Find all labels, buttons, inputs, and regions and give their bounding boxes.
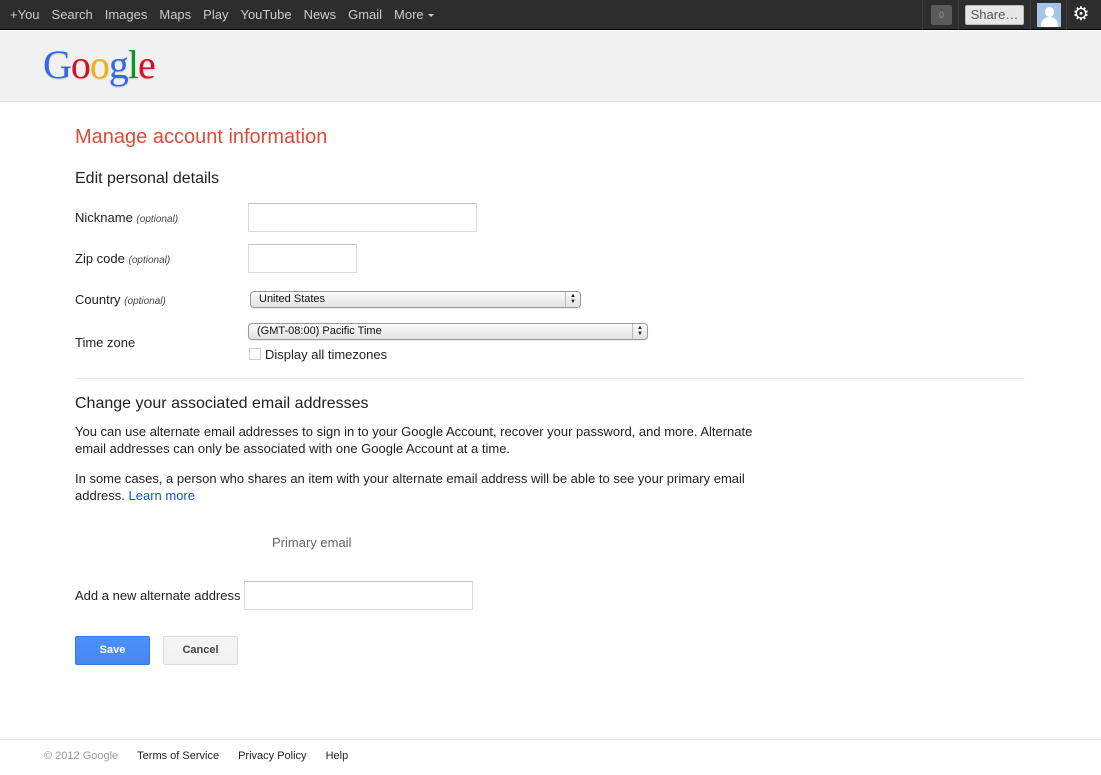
display-all-timezones-checkbox[interactable]	[249, 348, 261, 360]
top-bar: +You Search Images Maps Play YouTube New…	[0, 0, 1101, 30]
cancel-button[interactable]: Cancel	[163, 636, 238, 665]
nickname-label: Nickname (optional)	[75, 210, 178, 225]
top-nav: +You Search Images Maps Play YouTube New…	[0, 0, 440, 30]
zip-input[interactable]	[248, 244, 357, 273]
nav-maps[interactable]: Maps	[153, 0, 197, 30]
user-avatar-icon[interactable]	[1037, 3, 1061, 27]
caret-down-icon	[427, 14, 434, 18]
timezone-select[interactable]: (GMT-08:00) Pacific Time ▲ ▼	[248, 323, 648, 340]
email-description: You can use alternate email addresses to…	[75, 424, 753, 456]
optional-hint: (optional)	[128, 255, 171, 266]
copyright: © 2012 Google	[44, 750, 119, 762]
learn-more-link[interactable]: Learn more	[129, 488, 195, 503]
logo-letter: l	[127, 42, 139, 87]
logo-letter: G	[43, 42, 72, 87]
nickname-label-text: Nickname	[75, 210, 133, 225]
privacy-link[interactable]: Privacy Policy	[238, 750, 306, 762]
alternate-address-input[interactable]	[244, 581, 473, 610]
nav-images[interactable]: Images	[99, 0, 154, 30]
gear-icon[interactable]: ⚙	[1071, 5, 1091, 25]
primary-email-label: Primary email	[272, 535, 352, 550]
avatar-body	[1041, 17, 1058, 27]
divider	[1066, 0, 1067, 30]
nav-more-label: More	[394, 7, 424, 22]
logo-letter: o	[70, 42, 91, 87]
share-button[interactable]: Share…	[965, 5, 1024, 25]
country-select[interactable]: United States ▲ ▼	[250, 291, 581, 308]
select-arrows-icon: ▲ ▼	[565, 292, 580, 307]
nav-you[interactable]: +You	[0, 0, 46, 30]
email-privacy-note: In some cases, a person who shares an it…	[75, 470, 775, 504]
display-all-timezones-label[interactable]: Display all timezones	[265, 347, 387, 362]
divider	[922, 0, 923, 30]
logo-letter: e	[138, 42, 156, 87]
footer: © 2012 Google Terms of Service Privacy P…	[44, 750, 367, 762]
nav-more[interactable]: More	[388, 0, 440, 30]
timezone-selected-value: (GMT-08:00) Pacific Time	[257, 325, 382, 337]
notification-count-button[interactable]: 0	[931, 5, 952, 25]
zip-label: Zip code (optional)	[75, 251, 170, 266]
logo-letter: g	[108, 42, 129, 87]
personal-details-heading: Edit personal details	[75, 170, 220, 187]
timezone-label: Time zone	[75, 335, 136, 350]
terms-link[interactable]: Terms of Service	[137, 750, 219, 762]
divider	[958, 0, 959, 30]
page-title: Manage account information	[75, 126, 328, 148]
google-logo[interactable]: Google	[43, 41, 156, 89]
country-label: Country (optional)	[75, 292, 166, 307]
email-section-heading: Change your associated email addresses	[75, 395, 369, 412]
nav-search[interactable]: Search	[46, 0, 99, 30]
divider	[1030, 0, 1031, 30]
help-link[interactable]: Help	[326, 750, 349, 762]
optional-hint: (optional)	[124, 296, 166, 307]
country-label-text: Country	[75, 292, 121, 307]
header: Google	[0, 31, 1101, 102]
footer-divider	[0, 739, 1101, 740]
optional-hint: (optional)	[136, 214, 179, 225]
avatar-head	[1045, 7, 1054, 17]
country-selected-value: United States	[259, 293, 326, 305]
nav-play[interactable]: Play	[197, 0, 234, 30]
nav-news[interactable]: News	[298, 0, 343, 30]
zip-label-text: Zip code	[75, 251, 125, 266]
add-alternate-label: Add a new alternate address	[75, 588, 241, 603]
select-arrows-icon: ▲ ▼	[632, 324, 647, 339]
nav-youtube[interactable]: YouTube	[234, 0, 297, 30]
nav-gmail[interactable]: Gmail	[342, 0, 388, 30]
logo-letter: o	[89, 42, 110, 87]
nickname-input[interactable]	[248, 203, 477, 232]
section-divider	[75, 378, 1025, 379]
save-button[interactable]: Save	[75, 636, 150, 665]
